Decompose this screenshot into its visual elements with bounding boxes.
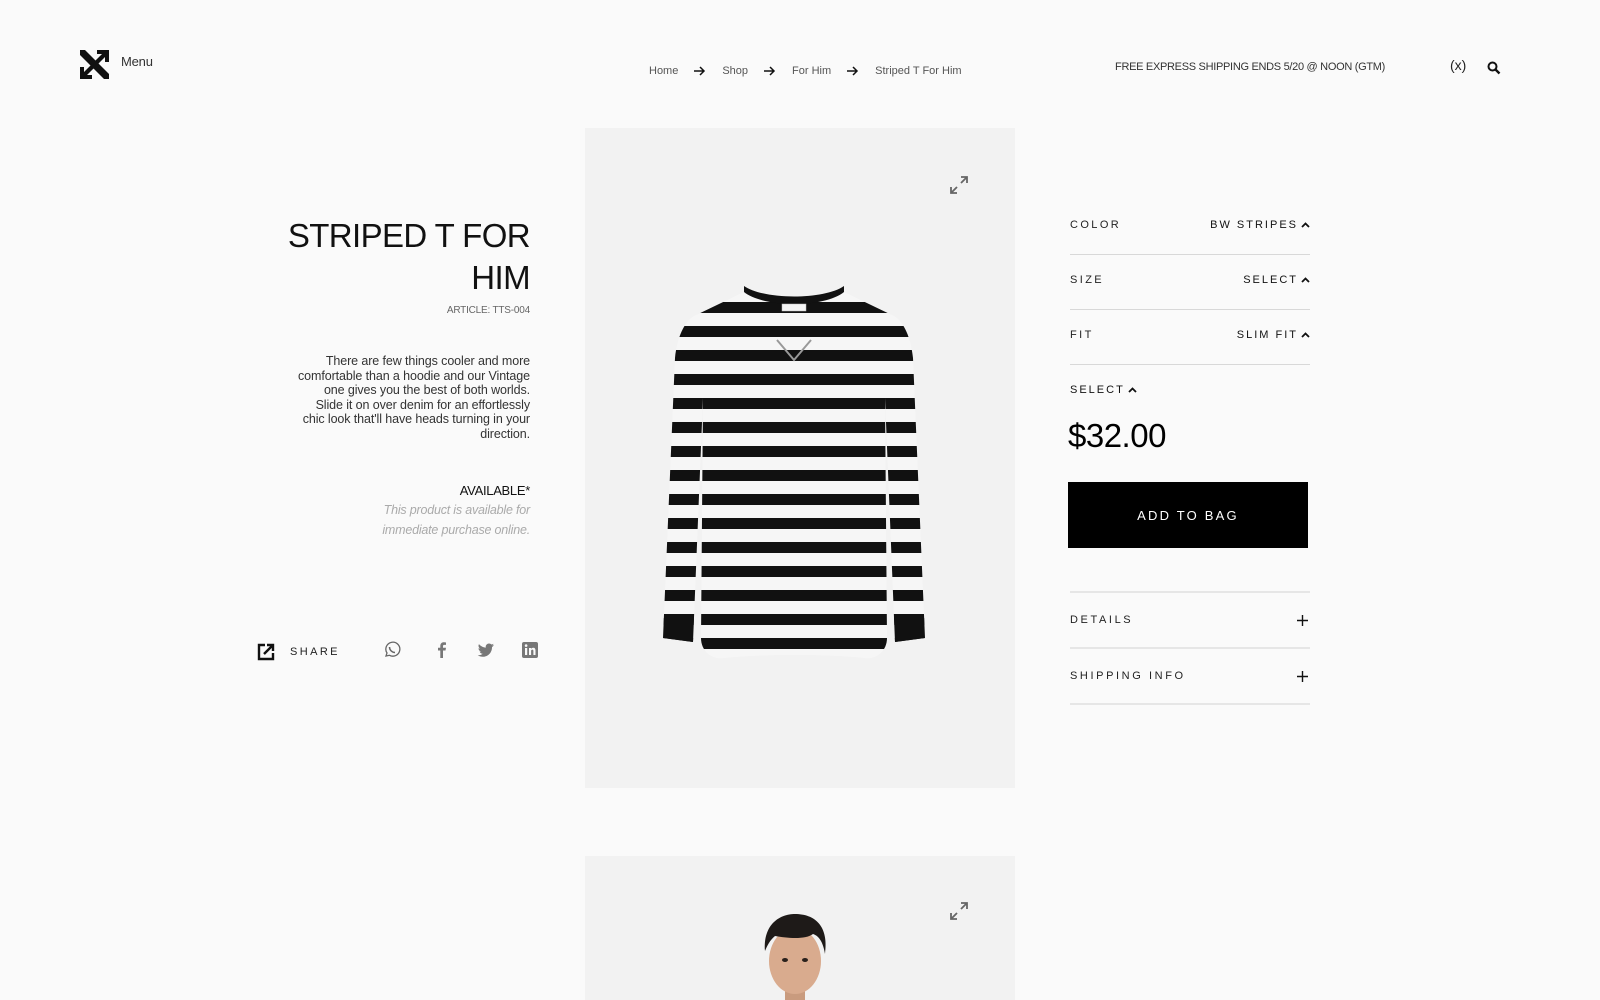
fit-value: SLIM FIT bbox=[1236, 329, 1298, 341]
product-title-line2: HIM bbox=[471, 259, 530, 296]
size-selector[interactable]: SIZE SELECT bbox=[1070, 255, 1310, 310]
breadcrumb-shop[interactable]: Shop bbox=[722, 65, 748, 77]
product-options: COLOR BW STRIPES SIZE SELECT FIT SLIM FI… bbox=[1070, 200, 1310, 365]
chevron-up-icon bbox=[1301, 222, 1310, 228]
product-title-line1: STRIPED T FOR bbox=[287, 217, 531, 254]
color-selector[interactable]: COLOR BW STRIPES bbox=[1070, 200, 1310, 255]
chevron-up-icon bbox=[1301, 277, 1310, 283]
menu-label: Menu bbox=[121, 54, 153, 69]
product-price: $32.00 bbox=[1068, 417, 1166, 454]
fit-selector[interactable]: FIT SLIM FIT bbox=[1070, 310, 1310, 365]
add-to-bag-button[interactable]: ADD TO BAG bbox=[1068, 482, 1308, 548]
promo-banner: FREE EXPRESS SHIPPING ENDS 5/20 @ NOON (… bbox=[1115, 61, 1385, 73]
facebook-icon bbox=[438, 642, 446, 658]
availability-text: This product is available for immediate … bbox=[382, 503, 530, 537]
whatsapp-icon bbox=[385, 641, 401, 657]
availability-heading: AVAILABLE* bbox=[459, 483, 531, 498]
shipping-info-label: SHIPPING INFO bbox=[1070, 670, 1186, 682]
breadcrumb: Home Shop For Him Striped T For Him bbox=[649, 65, 962, 77]
chevron-up-icon bbox=[1301, 332, 1310, 338]
chevron-up-icon bbox=[1128, 387, 1137, 393]
product-image-main[interactable] bbox=[585, 128, 1015, 788]
color-label: COLOR bbox=[1070, 219, 1122, 231]
currency-button[interactable]: (x) bbox=[1450, 57, 1466, 73]
twitter-icon bbox=[477, 643, 494, 657]
share-button[interactable]: SHARE bbox=[257, 643, 340, 661]
size-label: SIZE bbox=[1070, 274, 1105, 286]
brand-logo[interactable]: Menu bbox=[80, 50, 153, 79]
info-accordions: DETAILS SHIPPING INFO bbox=[1070, 591, 1310, 705]
plus-icon bbox=[1297, 614, 1308, 626]
color-value: BW STRIPES bbox=[1210, 219, 1298, 231]
product-title: STRIPED T FOR HIM bbox=[250, 215, 531, 299]
product-image-model[interactable] bbox=[585, 856, 1015, 1000]
size-value-wrap: SELECT bbox=[1243, 274, 1310, 286]
whatsapp-share-button[interactable] bbox=[383, 641, 401, 659]
article-number: ARTICLE: TTS-004 bbox=[446, 305, 530, 316]
breadcrumb-current[interactable]: Striped T For Him bbox=[875, 65, 961, 77]
linkedin-icon bbox=[522, 642, 538, 658]
linkedin-share-button[interactable] bbox=[521, 641, 539, 659]
facebook-share-button[interactable] bbox=[433, 641, 451, 659]
size-value: SELECT bbox=[1243, 274, 1298, 286]
details-accordion[interactable]: DETAILS bbox=[1070, 593, 1310, 649]
fit-label: FIT bbox=[1070, 329, 1094, 341]
expand-icon[interactable] bbox=[950, 176, 968, 194]
search-icon[interactable] bbox=[1487, 61, 1501, 75]
plus-icon bbox=[1297, 670, 1308, 682]
breadcrumb-for-him[interactable]: For Him bbox=[792, 65, 831, 77]
arrow-right-icon bbox=[847, 66, 859, 76]
product-description: There are few things cooler and more com… bbox=[298, 354, 530, 441]
share-label: SHARE bbox=[290, 646, 340, 658]
color-value-wrap: BW STRIPES bbox=[1210, 219, 1310, 231]
breadcrumb-home[interactable]: Home bbox=[649, 65, 678, 77]
twitter-share-button[interactable] bbox=[477, 641, 495, 659]
quantity-selector[interactable]: SELECT bbox=[1070, 384, 1137, 396]
brand-arrows-icon bbox=[80, 50, 109, 79]
details-label: DETAILS bbox=[1070, 614, 1134, 626]
striped-shirt-image bbox=[663, 286, 925, 659]
model-photo bbox=[764, 914, 826, 1000]
product-info: STRIPED T FOR HIM ARTICLE: TTS-004 There… bbox=[250, 215, 531, 540]
shipping-info-accordion[interactable]: SHIPPING INFO bbox=[1070, 649, 1310, 705]
quantity-value: SELECT bbox=[1070, 384, 1125, 396]
share-icon bbox=[257, 643, 275, 661]
fit-value-wrap: SLIM FIT bbox=[1237, 329, 1310, 341]
expand-icon[interactable] bbox=[950, 902, 968, 920]
arrow-right-icon bbox=[764, 66, 776, 76]
arrow-right-icon bbox=[694, 66, 706, 76]
